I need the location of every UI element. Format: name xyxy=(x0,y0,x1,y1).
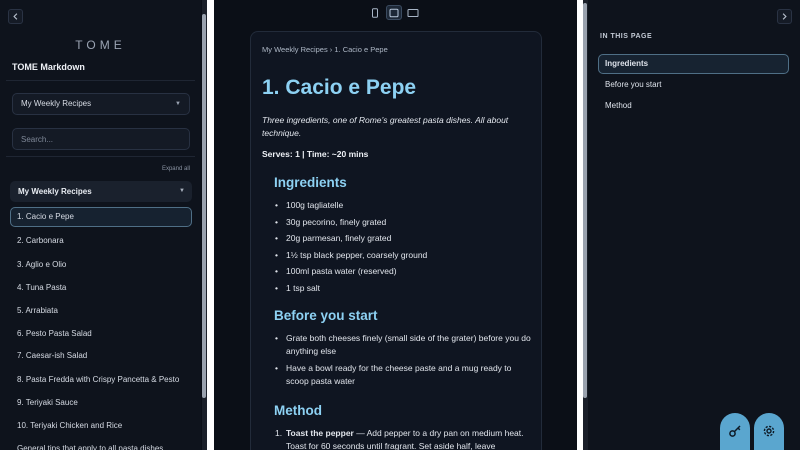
sidebar-item-caesar-ish-salad[interactable]: 7. Caesar-ish Salad xyxy=(10,346,192,366)
list-item: 1. Toast the pepper — Add pepper to a dr… xyxy=(274,427,534,450)
before-you-start-list: Grate both cheeses finely (small side of… xyxy=(274,332,534,388)
sidebar-scrollbar-thumb[interactable] xyxy=(202,14,206,398)
sidebar-item-tuna-pasta[interactable]: 4. Tuna Pasta xyxy=(10,278,192,298)
article-card: My Weekly Recipes › 1. Cacio e Pepe 1. C… xyxy=(250,31,542,450)
settings-button[interactable] xyxy=(754,413,784,450)
pane-separator xyxy=(207,0,214,450)
toc-heading: IN THIS PAGE xyxy=(600,33,653,40)
list-item: 1 tsp salt xyxy=(274,282,534,295)
gear-icon xyxy=(763,425,775,437)
method-heading: Method xyxy=(274,403,322,418)
toc-item-ingredients[interactable]: Ingredients xyxy=(598,54,789,74)
serves-line: Serves: 1 | Time: ~20 mins xyxy=(262,149,369,159)
sidebar-collapse-button[interactable] xyxy=(8,9,23,24)
divider xyxy=(6,156,195,157)
viewport-phone-button[interactable] xyxy=(367,5,383,20)
divider xyxy=(6,80,195,81)
site-title[interactable]: TOME Markdown xyxy=(12,62,85,72)
nav-group-label: My Weekly Recipes xyxy=(18,187,92,196)
sidebar-item-teriyaki-sauce[interactable]: 9. Teriyaki Sauce xyxy=(10,393,192,413)
list-item: 100g tagliatelle xyxy=(274,199,534,212)
sidebar-item-aglio-e-olio[interactable]: 3. Aglio e Olio xyxy=(10,255,192,275)
content-scrollbar-thumb[interactable] xyxy=(583,3,587,398)
sidebar-item-pesto-pasta-salad[interactable]: 6. Pesto Pasta Salad xyxy=(10,324,192,344)
toc-item-before-you-start[interactable]: Before you start xyxy=(598,75,789,95)
list-item: Grate both cheeses finely (small side of… xyxy=(274,332,534,358)
caret-down-icon: ▼ xyxy=(175,101,181,107)
before-you-start-heading: Before you start xyxy=(274,308,378,323)
viewport-toggle-group xyxy=(367,5,425,21)
viewport-desktop-button[interactable] xyxy=(405,5,421,20)
list-item: Have a bowl ready for the cheese paste a… xyxy=(274,362,534,388)
intro-text: Three ingredients, one of Rome’s greates… xyxy=(262,115,509,138)
table-of-contents: IN THIS PAGE Ingredients Before you star… xyxy=(588,0,800,450)
sidebar-item-teriyaki-chicken[interactable]: 10. Teriyaki Chicken and Rice xyxy=(10,416,192,436)
toc-item-method[interactable]: Method xyxy=(598,96,789,116)
sidebar-item-cacio-e-pepe[interactable]: 1. Cacio e Pepe xyxy=(10,207,192,227)
list-item: 100ml pasta water (reserved) xyxy=(274,265,534,278)
step-number: 1. xyxy=(275,428,283,438)
breadcrumb[interactable]: My Weekly Recipes › 1. Cacio e Pepe xyxy=(262,45,388,54)
tablet-icon xyxy=(389,8,399,17)
key-icon xyxy=(729,425,741,437)
ingredients-list: 100g tagliatelle 30g pecorino, finely gr… xyxy=(274,199,534,295)
list-item: 30g pecorino, finely grated xyxy=(274,216,534,229)
desktop-icon xyxy=(407,8,419,17)
sidebar-item-arrabiata[interactable]: 5. Arrabiata xyxy=(10,301,192,321)
phone-icon xyxy=(372,7,378,18)
list-item: 20g parmesan, finely grated xyxy=(274,232,534,245)
brand-logo: TOME xyxy=(75,38,126,52)
sidebar-item-pasta-fredda[interactable]: 8. Pasta Fredda with Crispy Pancetta & P… xyxy=(10,370,192,390)
method-list: 1. Toast the pepper — Add pepper to a dr… xyxy=(274,427,534,450)
expand-all-button[interactable]: Expand all xyxy=(162,166,190,172)
left-sidebar: TOME TOME Markdown My Weekly Recipes ▼ E… xyxy=(0,0,201,450)
caret-down-icon: ▼ xyxy=(179,188,185,194)
collection-select[interactable]: My Weekly Recipes ▼ xyxy=(12,93,190,115)
ingredients-heading: Ingredients xyxy=(274,175,347,190)
sidebar-item-general-tips[interactable]: General tips that apply to all pasta dis… xyxy=(10,439,192,450)
chevron-left-icon xyxy=(13,13,18,20)
chevron-right-icon xyxy=(782,13,787,20)
collection-select-value: My Weekly Recipes xyxy=(21,99,92,108)
sidebar-item-carbonara[interactable]: 2. Carbonara xyxy=(10,231,192,251)
step-title: Toast the pepper xyxy=(286,428,354,438)
list-item: 1½ tsp black pepper, coarsely ground xyxy=(274,249,534,262)
search-input[interactable] xyxy=(12,128,190,150)
viewport-tablet-button[interactable] xyxy=(386,5,402,20)
key-button[interactable] xyxy=(720,413,750,450)
nav-group-my-weekly-recipes[interactable]: My Weekly Recipes ▼ xyxy=(10,181,192,202)
toc-collapse-button[interactable] xyxy=(777,9,792,24)
page-title: 1. Cacio e Pepe xyxy=(262,76,417,99)
